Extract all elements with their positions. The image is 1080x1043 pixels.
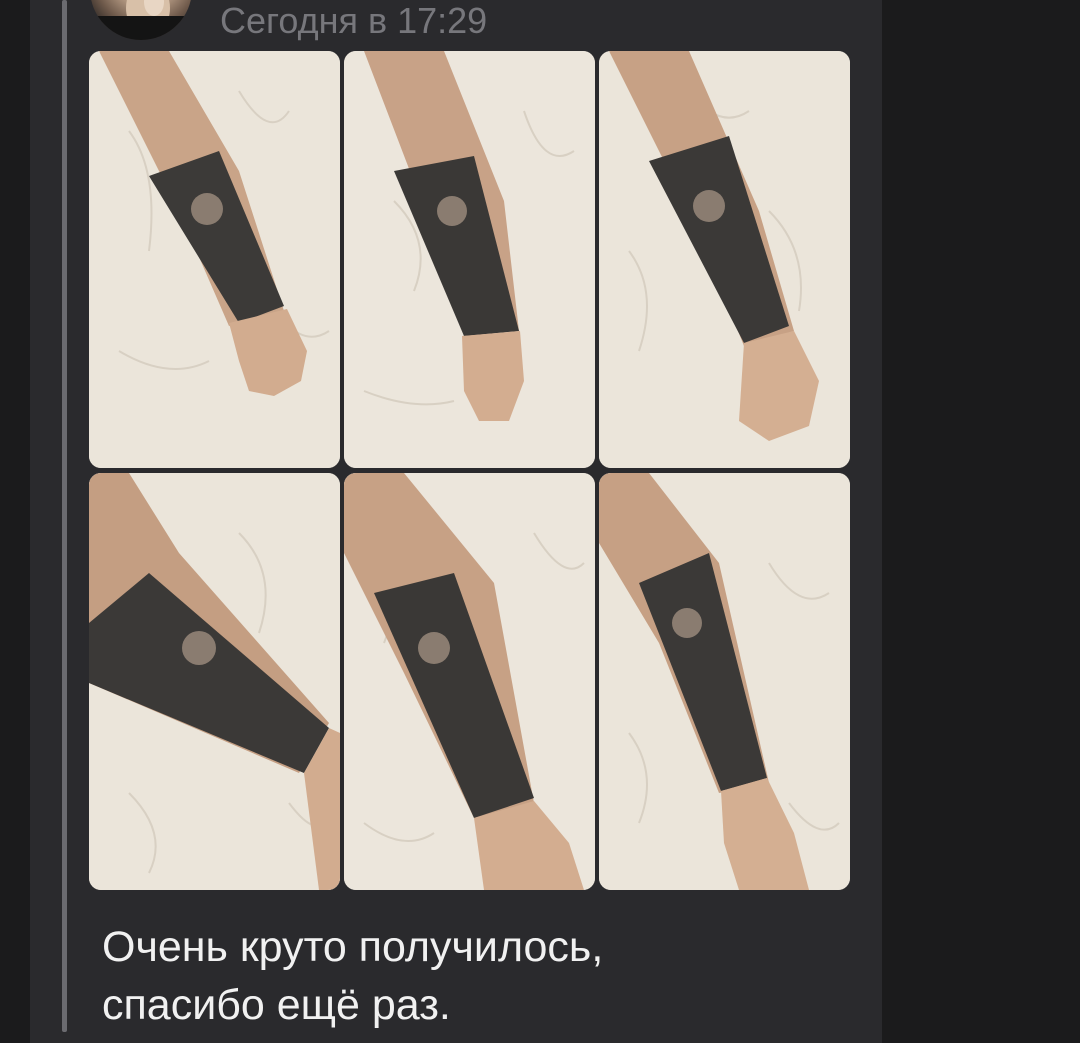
photo-tattoo-4[interactable] [89, 473, 340, 890]
photo-tattoo-2[interactable] [344, 51, 595, 468]
quote-bar [62, 0, 67, 1032]
photo-tattoo-6[interactable] [599, 473, 850, 890]
message-text-line: Очень круто получилось, [102, 923, 604, 971]
message-text-line: спасибо ещё раз. [102, 981, 451, 1029]
photo-tattoo-5[interactable] [344, 473, 595, 890]
chat-screen: Сегодня в 17:29 Очень круто получилось, … [0, 0, 1080, 1043]
photo-tattoo-1[interactable] [89, 51, 340, 468]
message-text: Очень круто получилось, спасибо ещё раз. [102, 918, 842, 1034]
photo-tattoo-3[interactable] [599, 51, 850, 468]
photo-album [89, 51, 850, 890]
message-timestamp: Сегодня в 17:29 [220, 0, 488, 41]
